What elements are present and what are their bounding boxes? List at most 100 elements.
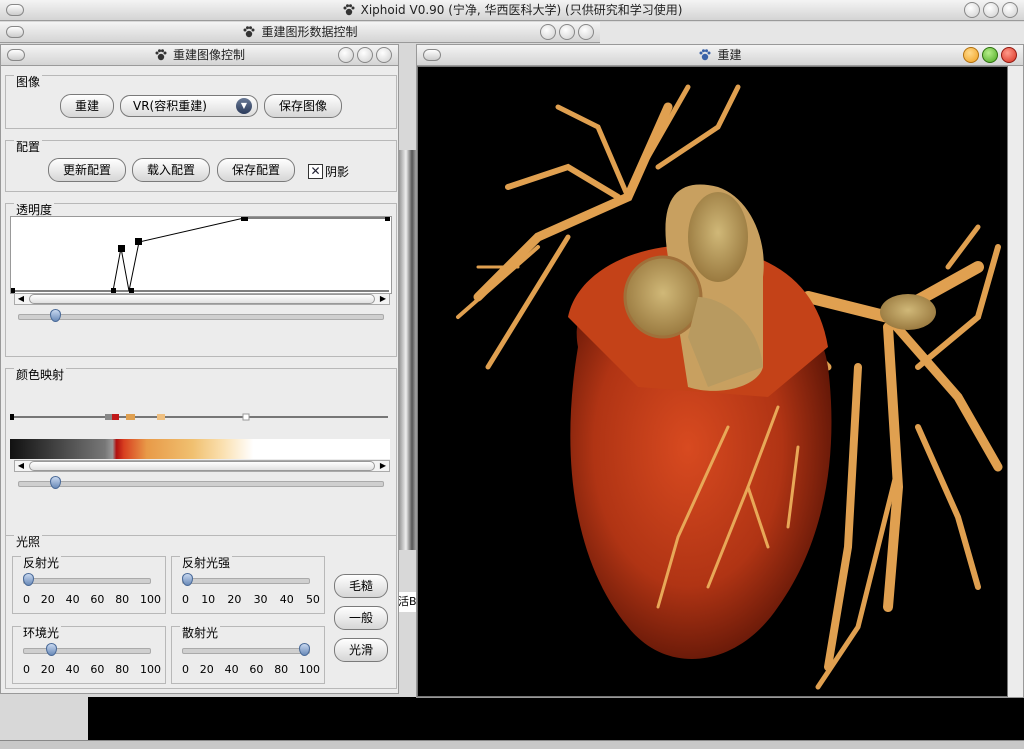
color-stop[interactable] [242,413,250,421]
shadow-label: 阴影 [325,165,350,179]
heart-render-image [456,84,1003,690]
color-stop-track[interactable] [10,411,390,423]
slider-knob[interactable] [182,573,193,586]
maximize-icon[interactable] [983,2,999,18]
app-title: Xiphoid V0.90 (宁净, 华西医科大学) (只供研究和学习使用) [360,3,683,17]
config-group: 配置 更新配置 载入配置 保存配置 ✕ 阴影 [5,138,397,192]
slider-track [182,578,310,584]
save-config-button[interactable]: 保存配置 [217,158,295,182]
colormap-scrollbar[interactable]: ◀ ▶ [14,460,390,472]
diffuse-slider[interactable] [182,643,310,657]
tick-label: 40 [65,593,80,606]
tick-label: 40 [65,663,80,676]
slider-knob[interactable] [299,643,310,656]
colormap-range-slider[interactable] [18,476,384,490]
render-mode-value: VR(容积重建) [133,99,207,113]
tick-label: 0 [182,663,189,676]
color-stop[interactable] [10,414,14,420]
main-titlebar: Xiphoid V0.90 (宁净, 华西医科大学) (只供研究和学习使用) [0,0,1024,21]
reflect-strength-slider[interactable] [182,573,310,587]
load-config-button[interactable]: 载入配置 [132,158,210,182]
diffuse-ticks: 0 20 40 60 80 100 [182,663,320,676]
opacity-control-point[interactable] [385,216,390,221]
update-config-button[interactable]: 更新配置 [48,158,126,182]
color-stop[interactable] [157,414,165,420]
tick-label: 50 [305,593,320,606]
slider-track [23,648,151,654]
config-group-label: 配置 [14,138,43,155]
shadow-checkbox[interactable]: ✕ [308,164,323,179]
menu-button[interactable] [6,4,24,16]
slider-track [18,314,384,320]
opacity-curve-line [13,217,389,292]
render-window-titlebar: 重建 [417,45,1023,66]
rough-button[interactable]: 毛糙 [334,574,388,598]
color-stop[interactable] [112,414,119,420]
render-window-title: 重建 [717,48,742,62]
minimize-icon[interactable] [964,2,980,18]
render-mode-select[interactable]: VR(容积重建) ▼ [120,95,258,117]
slider-knob[interactable] [23,573,34,586]
minimize-icon[interactable] [540,24,556,40]
opacity-range-slider[interactable] [18,309,384,323]
opacity-control-point[interactable] [135,238,142,245]
menu-button[interactable] [423,49,441,61]
chevron-left-icon[interactable]: ◀ [16,294,26,304]
volume-render-viewport[interactable] [417,66,1008,697]
maximize-icon[interactable] [982,47,998,63]
close-icon[interactable] [376,47,392,63]
reconstruct-button[interactable]: 重建 [60,94,114,118]
ambient-slider[interactable] [23,643,151,657]
tick-label: 80 [115,663,130,676]
opacity-group: 透明度 ◀ ▶ [5,201,397,357]
slider-track [23,578,151,584]
control-window-titlebar: 重建图像控制 [1,45,398,66]
color-stop[interactable] [105,414,112,420]
tick-label: 80 [274,663,289,676]
minimize-icon[interactable] [338,47,354,63]
smooth-button[interactable]: 光滑 [334,638,388,662]
opacity-control-point[interactable] [118,245,125,252]
scrollbar-thumb[interactable] [29,461,375,471]
paw-icon [698,48,712,62]
menu-button[interactable] [7,49,25,61]
chevron-right-icon[interactable]: ▶ [378,294,388,304]
save-image-button[interactable]: 保存图像 [264,94,342,118]
image-group-label: 图像 [14,73,43,90]
render-window: 重建 [416,44,1024,698]
background-dark-area [88,697,1024,741]
tick-label: 20 [199,663,214,676]
tick-label: 30 [253,593,268,606]
slider-knob[interactable] [46,643,57,656]
close-icon[interactable] [1002,2,1018,18]
ambient-group: 环境光 0 20 40 60 80 100 [12,624,166,684]
maximize-icon[interactable] [559,24,575,40]
normal-button[interactable]: 一般 [334,606,388,630]
opacity-curve-editor[interactable] [10,216,392,294]
chevron-down-icon[interactable]: ▼ [236,98,252,114]
chevron-left-icon[interactable]: ◀ [16,461,26,471]
menu-button[interactable] [6,26,24,38]
scrollbar-thumb[interactable] [29,294,375,304]
lighting-group-label: 光照 [14,533,43,550]
opacity-curve-plot [10,216,390,293]
maximize-icon[interactable] [357,47,373,63]
reflect-slider[interactable] [23,573,151,587]
opacity-control-point[interactable] [241,216,248,221]
slider-track [182,648,310,654]
minimize-icon[interactable] [963,47,979,63]
color-stop[interactable] [126,414,135,420]
slider-knob[interactable] [50,476,61,489]
chevron-right-icon[interactable]: ▶ [378,461,388,471]
main-window-controls [964,2,1018,18]
ambient-label: 环境光 [21,624,62,641]
tick-label: 20 [40,593,55,606]
opacity-scrollbar[interactable]: ◀ ▶ [14,293,390,305]
slider-knob[interactable] [50,309,61,322]
close-icon[interactable] [578,24,594,40]
data-window-controls [540,24,594,40]
ambient-ticks: 0 20 40 60 80 100 [23,663,161,676]
close-icon[interactable] [1001,47,1017,63]
ct-slice-image [398,150,418,550]
diffuse-group: 散射光 0 20 40 60 80 100 [171,624,325,684]
